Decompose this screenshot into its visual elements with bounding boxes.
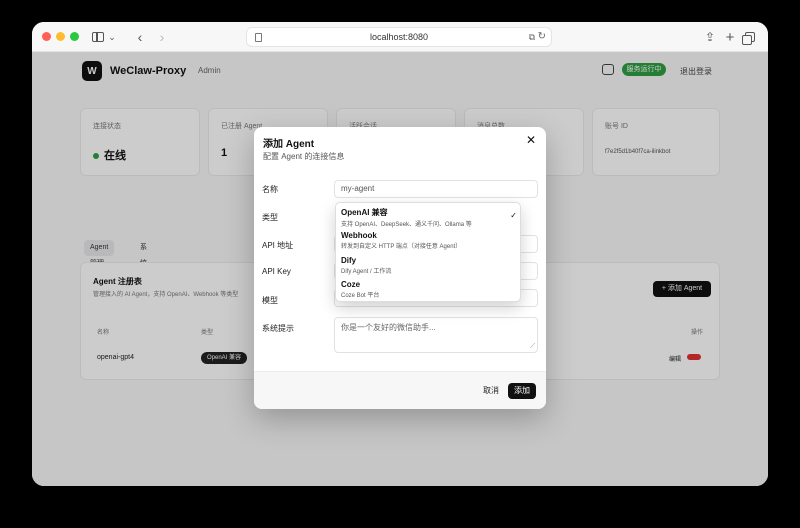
translate-icon[interactable]: ⧉ [529,32,535,43]
address-bar[interactable]: localhost:8080 ⧉ ↻ [246,27,552,47]
submit-button[interactable]: 添加 [508,383,536,399]
maximize-window-button[interactable] [70,32,79,41]
browser-toolbar: ⌄ ‹ › localhost:8080 ⧉ ↻ ⇪ + [32,22,768,52]
resize-handle-icon[interactable]: ⟋ [530,343,535,351]
add-agent-dialog: 添加 Agent 配置 Agent 的连接信息 ✕ 名称 my-agent 类型… [254,127,546,409]
system-prompt-label: 系统提示 [262,324,294,333]
reload-icon[interactable]: ↻ [538,31,546,42]
model-label: 模型 [262,296,278,305]
name-label: 名称 [262,185,278,194]
prompt-placeholder: 你是一个友好的微信助手... [341,323,436,332]
browser-window: ⌄ ‹ › localhost:8080 ⧉ ↻ ⇪ + W WeClaw-Pr… [32,22,768,486]
new-tab-button[interactable]: + [722,29,738,46]
sidebar-icon [92,32,105,42]
tab-overview-button[interactable] [742,29,758,45]
cancel-button[interactable]: 取消 [477,383,505,399]
close-icon[interactable]: ✕ [525,133,537,147]
api-key-label: API Key [262,267,291,276]
share-button[interactable]: ⇪ [702,29,718,45]
dropdown-option-dify[interactable]: Dify Dify Agent / 工作流 [341,256,517,275]
forward-button[interactable]: › [154,29,170,45]
api-url-label: API 地址 [262,241,294,250]
dropdown-option-webhook[interactable]: Webhook 转发到自定义 HTTP 端点（对接任意 Agent） [341,231,517,250]
system-prompt-field[interactable]: 你是一个友好的微信助手... ⟋ [334,317,538,353]
type-dropdown-menu: OpenAI 兼容 支持 OpenAI、DeepSeek、通义千问、Ollama… [335,202,521,302]
back-button[interactable]: ‹ [132,29,148,45]
dropdown-option-openai[interactable]: OpenAI 兼容 支持 OpenAI、DeepSeek、通义千问、Ollama… [341,207,517,228]
url-text: localhost:8080 [369,32,429,42]
check-icon: ✓ [510,211,517,220]
dialog-footer: 取消 添加 [254,371,546,409]
dialog-subtitle: 配置 Agent 的连接信息 [263,152,345,161]
close-window-button[interactable] [42,32,51,41]
dialog-title: 添加 Agent [263,139,315,150]
chevron-down-icon: ⌄ [108,31,116,42]
type-label: 类型 [262,213,278,222]
tabs-icon [742,32,755,45]
minimize-window-button[interactable] [56,32,65,41]
name-field[interactable]: my-agent [334,180,538,198]
sidebar-toggle-button[interactable]: ⌄ [88,29,120,45]
dropdown-option-coze[interactable]: Coze Coze Bot 平台 [341,280,517,299]
